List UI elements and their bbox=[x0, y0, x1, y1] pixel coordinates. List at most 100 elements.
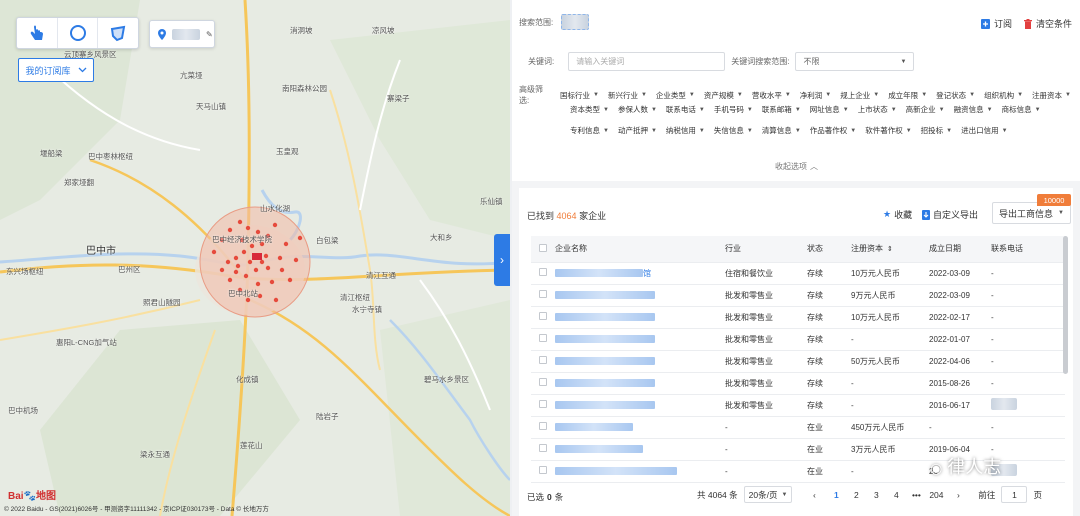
enterprise-dot[interactable] bbox=[235, 263, 241, 269]
filter-9[interactable]: 进出口信用 ▼ bbox=[961, 125, 1007, 136]
row-checkbox[interactable] bbox=[531, 306, 551, 329]
table-row[interactable]: 批发和零售业 存续 10万元人民币 2022-02-17- bbox=[531, 306, 1065, 329]
table-row[interactable]: 批发和零售业 存续 -2022-01-07- bbox=[531, 328, 1065, 351]
enterprise-dot[interactable] bbox=[265, 265, 271, 271]
enterprise-dot[interactable] bbox=[233, 269, 239, 275]
company-name-link[interactable] bbox=[551, 284, 721, 307]
filter-7[interactable]: 软件著作权 ▼ bbox=[865, 125, 911, 136]
column-header[interactable]: 注册资本 ⇕ bbox=[847, 236, 925, 263]
filter-5[interactable]: 营收水平 ▼ bbox=[752, 90, 791, 101]
row-checkbox[interactable] bbox=[531, 394, 551, 417]
filter-4[interactable]: 失信信息 ▼ bbox=[714, 125, 753, 136]
filter-2[interactable]: 参保人数 ▼ bbox=[618, 104, 657, 115]
table-row[interactable]: 批发和零售业 存续 -2015-08-26- bbox=[531, 372, 1065, 395]
goto-page-input[interactable]: 1 bbox=[1001, 486, 1028, 503]
filter-1[interactable]: 专利信息 ▼ bbox=[570, 125, 609, 136]
page-button[interactable]: 4 bbox=[888, 487, 904, 503]
filter-8[interactable]: 高新企业 ▼ bbox=[906, 104, 945, 115]
enterprise-dot[interactable] bbox=[245, 225, 251, 231]
filter-5[interactable]: 联系邮箱 ▼ bbox=[762, 104, 801, 115]
company-name-link[interactable] bbox=[551, 394, 721, 417]
filter-10[interactable]: 组织机构 ▼ bbox=[984, 90, 1023, 101]
enterprise-dot[interactable] bbox=[259, 259, 265, 265]
filter-8[interactable]: 成立年限 ▼ bbox=[888, 90, 927, 101]
clear-button[interactable]: 清空条件 bbox=[1024, 17, 1072, 30]
company-name-link[interactable] bbox=[551, 350, 721, 373]
enterprise-dot[interactable] bbox=[227, 277, 233, 283]
enterprise-dot[interactable] bbox=[219, 267, 225, 273]
page-button[interactable]: 3 bbox=[868, 487, 884, 503]
filter-5[interactable]: 清算信息 ▼ bbox=[762, 125, 801, 136]
table-row[interactable]: 批发和零售业 存续 9万元人民币 2022-03-09- bbox=[531, 284, 1065, 307]
company-name-link[interactable]: 馆 bbox=[551, 262, 721, 285]
column-header[interactable]: 状态 bbox=[803, 236, 847, 263]
enterprise-dot[interactable] bbox=[297, 235, 303, 241]
filter-6[interactable]: 作品著作权 ▼ bbox=[810, 125, 856, 136]
enterprise-dot[interactable] bbox=[243, 273, 249, 279]
circle-select-icon[interactable] bbox=[58, 18, 99, 48]
edit-icon[interactable]: ✎ bbox=[206, 30, 213, 39]
row-checkbox[interactable] bbox=[531, 262, 551, 285]
filter-9[interactable]: 融资信息 ▼ bbox=[954, 104, 993, 115]
row-checkbox[interactable] bbox=[531, 284, 551, 307]
select-all-checkbox[interactable] bbox=[531, 236, 551, 263]
enterprise-dot[interactable] bbox=[227, 227, 233, 233]
page-button[interactable]: 204 bbox=[928, 487, 944, 503]
enterprise-dot[interactable] bbox=[287, 277, 293, 283]
company-name-link[interactable] bbox=[551, 438, 721, 461]
company-name-link[interactable] bbox=[551, 416, 721, 439]
filter-1[interactable]: 资本类型 ▼ bbox=[570, 104, 609, 115]
enterprise-dot[interactable] bbox=[233, 255, 239, 261]
filter-9[interactable]: 登记状态 ▼ bbox=[936, 90, 975, 101]
collect-button[interactable]: ★ 收藏 bbox=[883, 208, 912, 221]
filter-6[interactable]: 净利润 ▼ bbox=[800, 90, 831, 101]
filter-10[interactable]: 商标信息 ▼ bbox=[1002, 104, 1041, 115]
filter-3[interactable]: 联系电话 ▼ bbox=[666, 104, 705, 115]
enterprise-dot[interactable] bbox=[283, 241, 289, 247]
location-picker[interactable]: ✎ bbox=[149, 20, 215, 48]
filter-2[interactable]: 新兴行业 ▼ bbox=[608, 90, 647, 101]
filter-11[interactable]: 注册资本 ▼ bbox=[1032, 90, 1071, 101]
row-checkbox[interactable] bbox=[531, 460, 551, 483]
enterprise-dot[interactable] bbox=[211, 249, 217, 255]
table-scrollbar[interactable] bbox=[1063, 236, 1068, 374]
custom-export-button[interactable]: 自定义导出 bbox=[922, 208, 978, 221]
company-name-link[interactable] bbox=[551, 372, 721, 395]
row-checkbox[interactable] bbox=[531, 372, 551, 395]
enterprise-dot[interactable] bbox=[247, 259, 253, 265]
company-name-link[interactable] bbox=[551, 328, 721, 351]
row-checkbox[interactable] bbox=[531, 416, 551, 439]
page-button[interactable]: 2 bbox=[848, 487, 864, 503]
row-checkbox[interactable] bbox=[531, 438, 551, 461]
company-name-link[interactable] bbox=[551, 306, 721, 329]
filter-4[interactable]: 手机号码 ▼ bbox=[714, 104, 753, 115]
filter-3[interactable]: 企业类型 ▼ bbox=[656, 90, 695, 101]
map-view[interactable]: 消洞坡 凉风坡 云顶寨乡风景区 亢菜垭 天马山镇 南阳森林公园 寨梁子 堰船梁 巴中枣林枢纽 郑家… bbox=[0, 0, 510, 516]
filter-3[interactable]: 纳税信用 ▼ bbox=[666, 125, 705, 136]
table-row[interactable]: 馆住宿和餐饮业 存续 10万元人民币 2022-03-09- bbox=[531, 262, 1065, 285]
column-header[interactable]: 企业名称 bbox=[551, 236, 721, 263]
enterprise-dot[interactable] bbox=[237, 219, 243, 225]
filter-1[interactable]: 国标行业 ▼ bbox=[560, 90, 599, 101]
enterprise-dot[interactable] bbox=[257, 293, 263, 299]
enterprise-dot[interactable] bbox=[293, 257, 299, 263]
enterprise-dot[interactable] bbox=[273, 297, 279, 303]
filter-8[interactable]: 招投标 ▼ bbox=[921, 125, 952, 136]
row-checkbox[interactable] bbox=[531, 328, 551, 351]
page-button[interactable]: 1 bbox=[828, 487, 844, 503]
my-subscription-button[interactable]: 我的订阅库 bbox=[18, 58, 94, 82]
row-checkbox[interactable] bbox=[531, 350, 551, 373]
enterprise-dot[interactable] bbox=[263, 253, 269, 259]
enterprise-dot[interactable] bbox=[269, 279, 275, 285]
filter-4[interactable]: 资产规模 ▼ bbox=[704, 90, 743, 101]
column-header[interactable]: 行业 bbox=[721, 236, 803, 263]
filter-7[interactable]: 规上企业 ▼ bbox=[840, 90, 879, 101]
keyword-range-select[interactable]: 不限 ▼ bbox=[795, 52, 915, 71]
company-name-link[interactable] bbox=[551, 460, 721, 483]
page-size-select[interactable]: 20条/页 ▼ bbox=[743, 486, 793, 503]
enterprise-dot[interactable] bbox=[225, 259, 231, 265]
column-header[interactable]: 联系电话 bbox=[987, 236, 1065, 263]
enterprise-dot[interactable] bbox=[241, 249, 247, 255]
enterprise-dot[interactable] bbox=[277, 255, 283, 261]
table-row[interactable]: - 在业 450万元人民币 - - bbox=[531, 416, 1065, 439]
